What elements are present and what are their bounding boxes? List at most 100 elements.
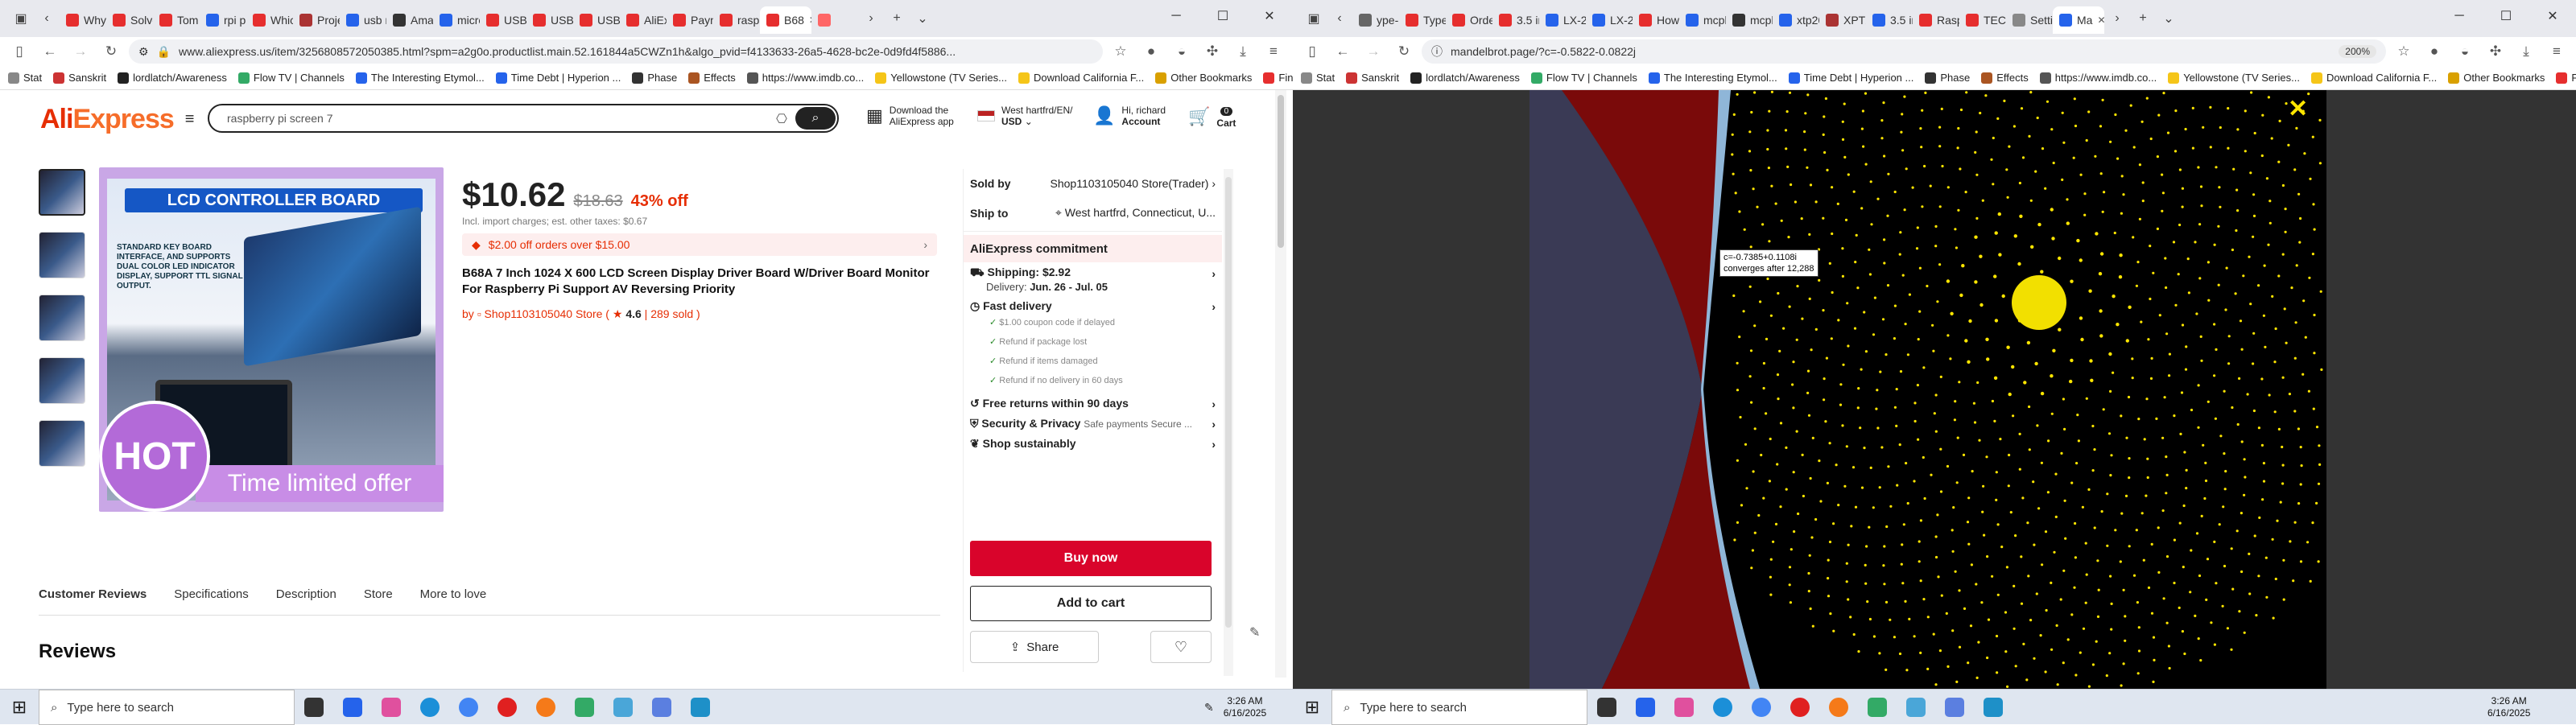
extensions-icon[interactable]: ✣: [1199, 39, 1225, 64]
thumbnail[interactable]: [39, 232, 85, 278]
bookmark-item[interactable]: Other Bookmarks: [2448, 72, 2545, 84]
ship-to-selector[interactable]: West hartfrd/EN/USD ⌄: [977, 105, 1072, 127]
app-icon[interactable]: [1974, 690, 2013, 725]
bookmark-item[interactable]: Yellowstone (TV Series...: [2168, 72, 2300, 84]
tab-scroll-left-icon[interactable]: ‹: [1327, 6, 1352, 31]
tab-scroll-right-icon[interactable]: ›: [858, 6, 884, 31]
browser-tab[interactable]: 3.5 in: [1866, 6, 1913, 34]
chrome-icon[interactable]: [449, 690, 488, 725]
app-icon[interactable]: [604, 690, 642, 725]
app-icon[interactable]: [642, 690, 681, 725]
camera-search-icon[interactable]: ⎔: [776, 111, 787, 127]
firefox-icon[interactable]: [1819, 690, 1858, 725]
new-tab-icon[interactable]: +: [2130, 6, 2156, 31]
bookmark-star-icon[interactable]: ☆: [2391, 39, 2417, 64]
site-info-icon[interactable]: ⓘ: [1431, 43, 1443, 60]
bookmark-item[interactable]: Phase: [1925, 72, 1970, 84]
browser-tab[interactable]: Ma ✕: [2053, 6, 2104, 34]
add-to-cart-button[interactable]: Add to cart: [970, 586, 1212, 621]
seller-link[interactable]: Shop1103105040 Store: [485, 307, 603, 320]
extension-icon[interactable]: ●: [1138, 39, 1164, 64]
product-tab[interactable]: Customer Reviews: [39, 587, 147, 601]
bookmark-item[interactable]: Finish setup: [2556, 72, 2576, 84]
zoom-indicator[interactable]: 200%: [2339, 45, 2376, 58]
bookmark-item[interactable]: Download California F...: [1018, 72, 1144, 84]
browser-tab[interactable]: Why C: [60, 6, 106, 34]
app-icon[interactable]: [565, 690, 604, 725]
extension-icon[interactable]: ●: [2421, 39, 2447, 64]
aliexpress-logo[interactable]: AliExpress: [40, 104, 175, 135]
edge-icon[interactable]: [1703, 690, 1742, 725]
opera-icon[interactable]: [488, 690, 526, 725]
close-icon[interactable]: ✕: [1246, 0, 1293, 32]
tab-scroll-right-icon[interactable]: ›: [2104, 6, 2130, 31]
bookmark-item[interactable]: lordlatch/Awareness: [1410, 72, 1520, 84]
browser-tab[interactable]: raspb: [713, 6, 760, 34]
browser-tab[interactable]: USB 2: [573, 6, 620, 34]
minimize-icon[interactable]: ─: [2436, 0, 2483, 32]
thumbnail[interactable]: [39, 357, 85, 404]
reload-icon[interactable]: ↻: [98, 39, 124, 64]
browser-tab[interactable]: LX-2: [1586, 6, 1633, 34]
maximize-icon[interactable]: ☐: [1199, 0, 1246, 32]
close-viewer-icon[interactable]: ✕: [2288, 95, 2308, 123]
product-tab[interactable]: Specifications: [174, 587, 249, 601]
edit-icon[interactable]: ✎: [1249, 624, 1260, 641]
free-returns-info[interactable]: ↺ Free returns within 90 days ›: [964, 393, 1222, 414]
maximize-icon[interactable]: ☐: [2483, 0, 2529, 32]
sidebar-icon[interactable]: ▯: [6, 39, 32, 64]
browser-tab[interactable]: Settin: [2006, 6, 2053, 34]
thumbnail[interactable]: [39, 295, 85, 341]
app-icon[interactable]: [1897, 690, 1935, 725]
browser-tab[interactable]: rpi pi: [200, 6, 246, 34]
browser-tab[interactable]: ype-: [1352, 6, 1399, 34]
bookmark-item[interactable]: Time Debt | Hyperion ...: [1788, 72, 1913, 84]
start-icon[interactable]: ⊞: [0, 690, 39, 725]
address-bar[interactable]: ⚙ 🔒 www.aliexpress.us/item/3256808572050…: [129, 39, 1103, 64]
tab-search-icon[interactable]: ▣: [1301, 6, 1327, 31]
firefox-icon[interactable]: [526, 690, 565, 725]
bookmark-star-icon[interactable]: ☆: [1108, 39, 1133, 64]
address-bar[interactable]: ⓘ mandelbrot.page/?c=-0.5822-0.0822j 200…: [1422, 39, 2386, 64]
bookmark-item[interactable]: https://www.imdb.co...: [2039, 72, 2157, 84]
product-tab[interactable]: Store: [364, 587, 393, 601]
tab-scroll-left-icon[interactable]: ‹: [34, 6, 60, 31]
browser-tab[interactable]: Rasp: [1913, 6, 1959, 34]
clock[interactable]: 3:26 AM 6/16/2025: [2487, 695, 2530, 719]
browser-tab[interactable]: Paym: [667, 6, 713, 34]
bookmark-item[interactable]: lordlatch/Awareness: [118, 72, 227, 84]
task-view-icon[interactable]: [295, 690, 333, 725]
clock[interactable]: 3:26 AM 6/16/2025: [1224, 695, 1266, 719]
browser-tab[interactable]: Type-: [1399, 6, 1446, 34]
browser-tab[interactable]: TECH: [1959, 6, 2006, 34]
back-icon[interactable]: ←: [37, 39, 63, 64]
menu-icon[interactable]: ≡: [2544, 39, 2570, 64]
browser-tab[interactable]: xtp20: [1773, 6, 1819, 34]
fast-delivery-info[interactable]: ◷ Fast delivery› $1.00 coupon code if de…: [964, 296, 1222, 393]
bookmark-item[interactable]: Finish setup: [1263, 72, 1293, 84]
sidebar-scrollbar[interactable]: [1224, 169, 1233, 676]
site-info-icon[interactable]: ⚙: [138, 45, 149, 59]
bookmark-item[interactable]: The Interesting Etymol...: [1648, 72, 1777, 84]
bookmark-item[interactable]: Yellowstone (TV Series...: [875, 72, 1007, 84]
browser-tab[interactable]: B68✕: [760, 6, 811, 34]
start-icon[interactable]: ⊞: [1293, 690, 1331, 725]
bookmark-item[interactable]: Phase: [632, 72, 677, 84]
search-button[interactable]: ⌕: [795, 107, 836, 130]
browser-tab[interactable]: AliEx: [620, 6, 667, 34]
browser-tab[interactable]: USB h: [480, 6, 526, 34]
browser-tab[interactable]: How c: [1633, 6, 1679, 34]
cart-link[interactable]: 🛒 0 Cart: [1188, 105, 1236, 129]
browser-tab[interactable]: XPT2: [1819, 6, 1866, 34]
bookmark-item[interactable]: Stat: [8, 72, 42, 84]
chrome-icon[interactable]: [1742, 690, 1781, 725]
page-scrollbar[interactable]: [1275, 90, 1286, 678]
account-link[interactable]: 👤 Hi, richard Account: [1093, 105, 1166, 127]
reload-icon[interactable]: ↻: [1391, 39, 1417, 64]
bookmark-item[interactable]: Flow TV | Channels: [1530, 72, 1637, 84]
browser-tab[interactable]: Whic: [246, 6, 293, 34]
browser-tab[interactable]: Proje: [293, 6, 340, 34]
app-icon[interactable]: [1858, 690, 1897, 725]
sidebar-icon[interactable]: ▯: [1299, 39, 1325, 64]
search-input[interactable]: raspberry pi screen 7 ⎔ ⌕: [208, 104, 839, 133]
